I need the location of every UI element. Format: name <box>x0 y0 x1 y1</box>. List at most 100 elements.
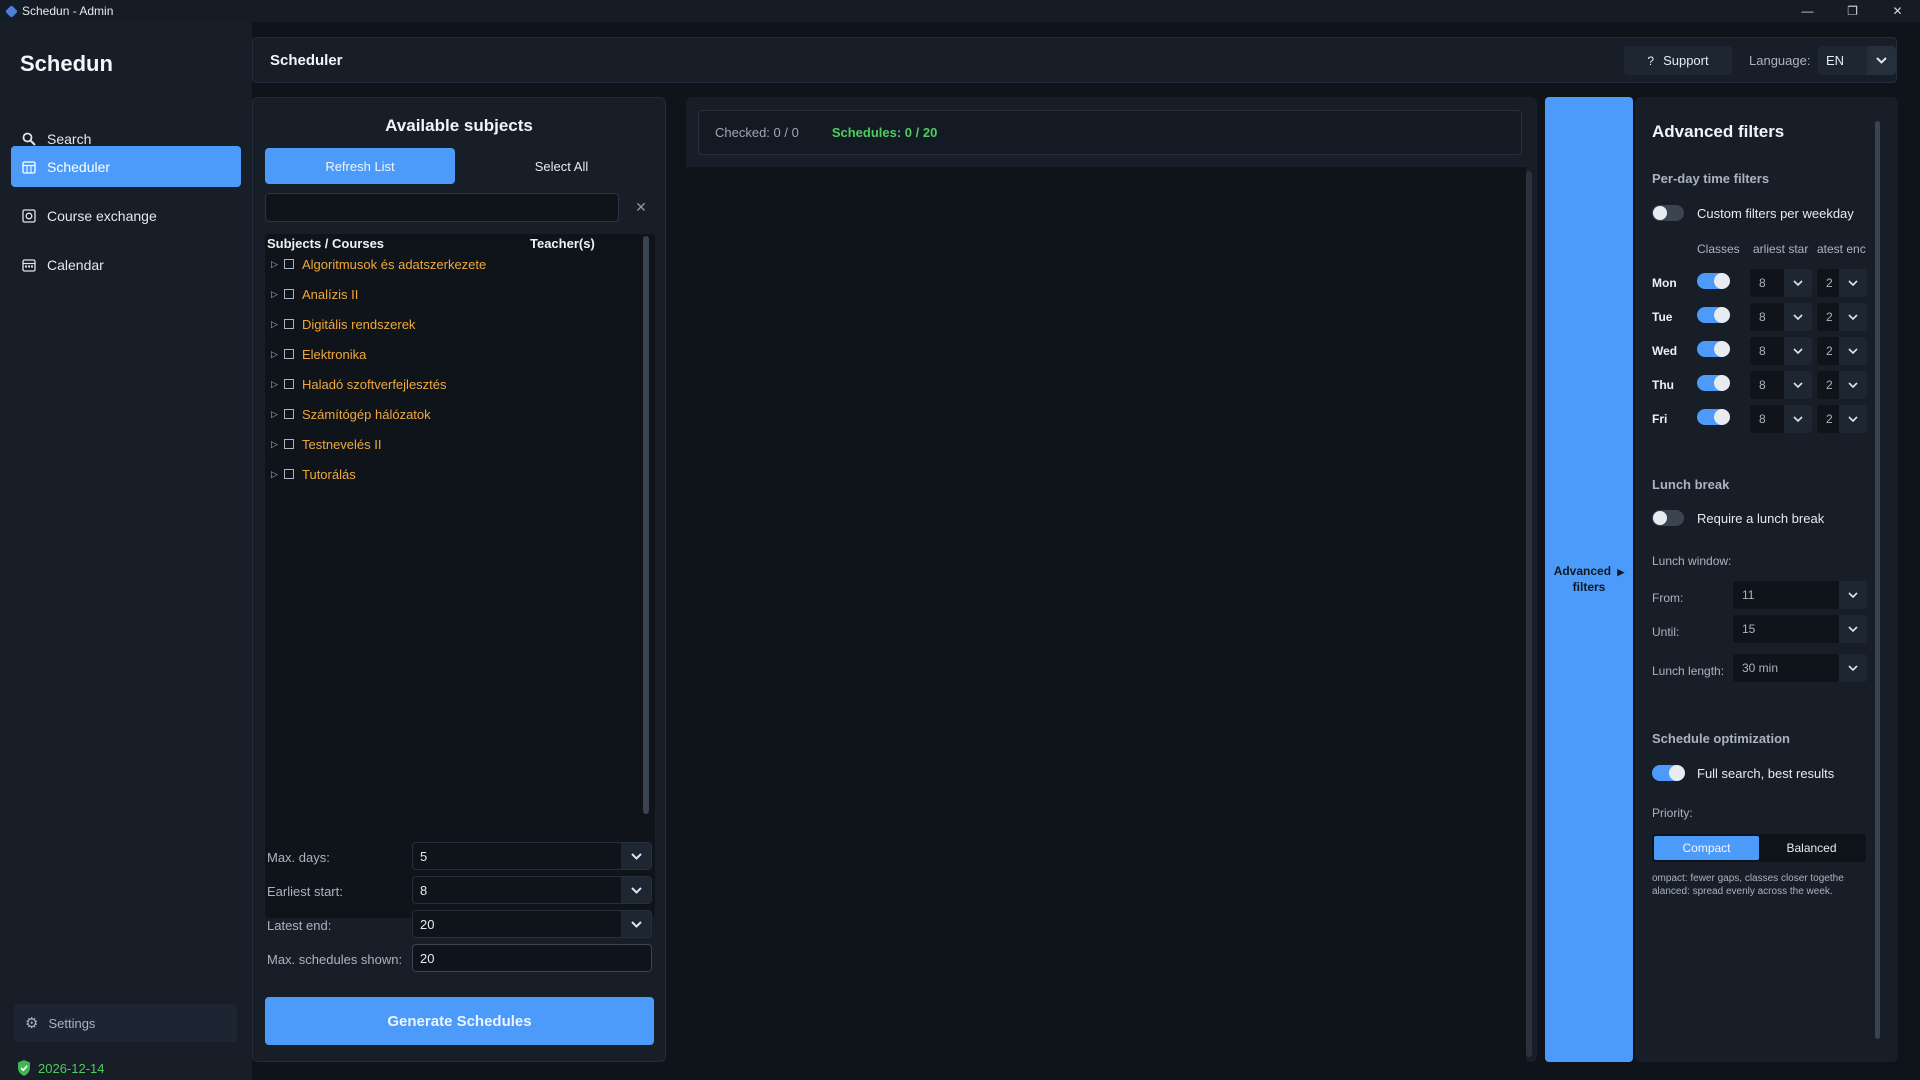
priority-segmented-control[interactable]: Compact Balanced <box>1652 834 1866 862</box>
language-select[interactable]: EN <box>1818 46 1896 75</box>
chevron-down-icon[interactable] <box>1839 581 1867 609</box>
lunch-length-select[interactable]: 30 min <box>1733 654 1867 682</box>
advanced-toggle-label: Advanced <box>1553 564 1612 578</box>
chevron-down-icon[interactable] <box>1784 337 1812 365</box>
latest-end-mon[interactable]: 2 <box>1817 269 1867 297</box>
expand-arrow-icon[interactable]: ▷ <box>271 259 281 270</box>
chevron-down-icon[interactable] <box>1839 405 1867 433</box>
chevron-down-icon[interactable] <box>1784 371 1812 399</box>
earliest-start-fri[interactable]: 8 <box>1750 405 1812 433</box>
chevron-down-icon[interactable] <box>1784 405 1812 433</box>
priority-balanced-option[interactable]: Balanced <box>1759 836 1864 860</box>
list-item[interactable]: ▷ Számítógép hálózatok <box>271 404 431 424</box>
expand-arrow-icon[interactable]: ▷ <box>271 409 281 420</box>
checkbox[interactable] <box>284 439 294 449</box>
list-item[interactable]: ▷ Haladó szoftverfejlesztés <box>271 374 447 394</box>
expand-arrow-icon[interactable]: ▷ <box>271 349 281 360</box>
full-search-toggle[interactable] <box>1652 765 1685 781</box>
spin-value: 8 <box>1759 344 1766 358</box>
chevron-down-icon[interactable] <box>621 877 651 903</box>
day-toggle-wed[interactable] <box>1697 341 1730 357</box>
list-item[interactable]: ▷ Analízis II <box>271 284 358 304</box>
expand-arrow-icon[interactable]: ▷ <box>271 289 281 300</box>
sidebar-item-course-exchange[interactable]: Course exchange <box>11 195 241 236</box>
day-toggle-thu[interactable] <box>1697 375 1730 391</box>
latest-end-thu[interactable]: 2 <box>1817 371 1867 399</box>
chevron-down-icon[interactable] <box>1867 46 1896 75</box>
custom-filters-toggle[interactable] <box>1652 205 1684 221</box>
lunch-from-select[interactable]: 11 <box>1733 581 1867 609</box>
day-toggle-tue[interactable] <box>1697 307 1730 323</box>
checkbox[interactable] <box>284 409 294 419</box>
day-toggle-mon[interactable] <box>1697 273 1730 289</box>
latest-end-tue[interactable]: 2 <box>1817 303 1867 331</box>
subjects-tree[interactable]: Subjects / Courses Teacher(s) ▷ Algoritmu… <box>265 234 655 918</box>
checkbox[interactable] <box>284 289 294 299</box>
restore-icon[interactable]: ❐ <box>1830 0 1875 22</box>
chevron-down-icon[interactable] <box>1839 371 1867 399</box>
minimize-icon[interactable]: — <box>1785 0 1830 22</box>
chevron-down-icon[interactable] <box>1839 269 1867 297</box>
app-logo: Schedun <box>20 51 113 76</box>
schedule-results-area[interactable] <box>686 167 1526 1062</box>
checkbox[interactable] <box>284 379 294 389</box>
lunch-until-select[interactable]: 15 <box>1733 615 1867 643</box>
lunch-toggle[interactable] <box>1652 510 1684 526</box>
chevron-down-icon[interactable] <box>1784 303 1812 331</box>
checkbox[interactable] <box>284 469 294 479</box>
sidebar-item-scheduler[interactable]: Scheduler <box>11 146 241 187</box>
list-item[interactable]: ▷ Elektronika <box>271 344 366 364</box>
earliest-start-tue[interactable]: 8 <box>1750 303 1812 331</box>
subject-search-input[interactable] <box>265 193 619 222</box>
clear-search-icon[interactable]: ✕ <box>630 196 652 218</box>
advanced-filters-toggle[interactable]: Advanced ▶ filters <box>1545 97 1633 1062</box>
earliest-start-wed[interactable]: 8 <box>1750 337 1812 365</box>
chevron-down-icon[interactable] <box>1839 654 1867 682</box>
list-item[interactable]: ▷ Tutorálás <box>271 464 356 484</box>
checkbox[interactable] <box>284 259 294 269</box>
day-label-thu: Thu <box>1652 378 1674 392</box>
support-button[interactable]: ? Support <box>1624 46 1732 75</box>
expand-arrow-icon[interactable]: ▷ <box>271 469 281 480</box>
advanced-toggle-label-2: filters <box>1572 580 1606 594</box>
settings-button[interactable]: ⚙ Settings <box>14 1004 237 1042</box>
expand-arrow-icon[interactable]: ▷ <box>271 379 281 390</box>
list-item[interactable]: ▷ Testnevelés II <box>271 434 382 454</box>
sidebar-item-calendar[interactable]: Calendar <box>11 244 241 285</box>
chevron-down-icon[interactable] <box>621 843 651 869</box>
window-titlebar: Schedun - Admin — ❐ ✕ <box>0 0 1920 22</box>
advanced-scrollbar[interactable] <box>1875 121 1880 1039</box>
max-days-select[interactable]: 5 <box>412 842 652 870</box>
chevron-down-icon[interactable] <box>621 911 651 937</box>
column-latest-end: atest enc <box>1817 242 1866 256</box>
close-icon[interactable]: ✕ <box>1875 0 1920 22</box>
chevron-down-icon[interactable] <box>1784 269 1812 297</box>
day-toggle-fri[interactable] <box>1697 409 1730 425</box>
expand-arrow-icon[interactable]: ▷ <box>271 439 281 450</box>
latest-end-wed[interactable]: 2 <box>1817 337 1867 365</box>
column-header-teachers[interactable]: Teacher(s) <box>530 236 595 251</box>
license-date: 2026-12-14 <box>38 1060 105 1076</box>
checkbox[interactable] <box>284 319 294 329</box>
checkbox[interactable] <box>284 349 294 359</box>
earliest-start-mon[interactable]: 8 <box>1750 269 1812 297</box>
column-earliest-start: arliest star <box>1753 242 1809 256</box>
earliest-start-thu[interactable]: 8 <box>1750 371 1812 399</box>
priority-compact-option[interactable]: Compact <box>1654 836 1759 860</box>
expand-arrow-icon[interactable]: ▷ <box>271 319 281 330</box>
latest-end-fri[interactable]: 2 <box>1817 405 1867 433</box>
latest-end-select[interactable]: 20 <box>412 910 652 938</box>
max-shown-input[interactable]: 20 <box>412 944 652 972</box>
results-scrollbar[interactable] <box>1526 171 1532 1057</box>
chevron-down-icon[interactable] <box>1839 303 1867 331</box>
refresh-list-button[interactable]: Refresh List <box>265 148 455 184</box>
column-header-subjects[interactable]: Subjects / Courses <box>267 236 384 251</box>
chevron-down-icon[interactable] <box>1839 337 1867 365</box>
select-all-button[interactable]: Select All <box>469 148 654 184</box>
list-item[interactable]: ▷ Digitális rendszerek <box>271 314 415 334</box>
earliest-start-select[interactable]: 8 <box>412 876 652 904</box>
tree-scrollbar[interactable] <box>643 236 649 814</box>
chevron-down-icon[interactable] <box>1839 615 1867 643</box>
generate-schedules-button[interactable]: Generate Schedules <box>265 997 654 1045</box>
list-item[interactable]: ▷ Algoritmusok és adatszerkezete <box>271 254 486 274</box>
